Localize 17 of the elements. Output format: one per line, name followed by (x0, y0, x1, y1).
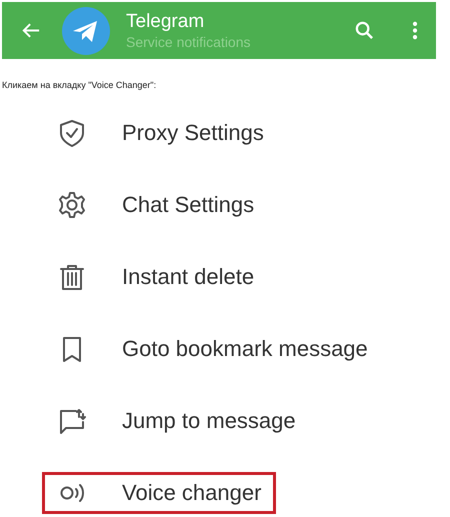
instruction-text: Кликаем на вкладку "Voice Changer": (2, 79, 158, 91)
menu-item[interactable]: Goto bookmark message (45, 331, 380, 367)
gear-icon (57, 190, 87, 220)
menu-item[interactable]: Voice changer (45, 475, 274, 511)
menu-item[interactable]: Chat Settings (45, 187, 266, 223)
menu-item[interactable]: Instant delete (45, 259, 266, 295)
chat-title: Telegram (126, 10, 206, 32)
menu-item[interactable]: Jump to message (45, 403, 308, 439)
chat-subtitle: Service notifications (126, 32, 252, 50)
menu-item[interactable]: Proxy Settings (45, 115, 276, 151)
search-icon[interactable] (355, 21, 374, 40)
shield-check-icon (57, 118, 87, 148)
telegram-logo-icon (62, 6, 110, 54)
more-menu-icon[interactable] (412, 21, 418, 40)
trash-icon (57, 262, 87, 292)
back-arrow-icon[interactable] (22, 22, 40, 39)
chat-arrows-icon (57, 406, 87, 436)
